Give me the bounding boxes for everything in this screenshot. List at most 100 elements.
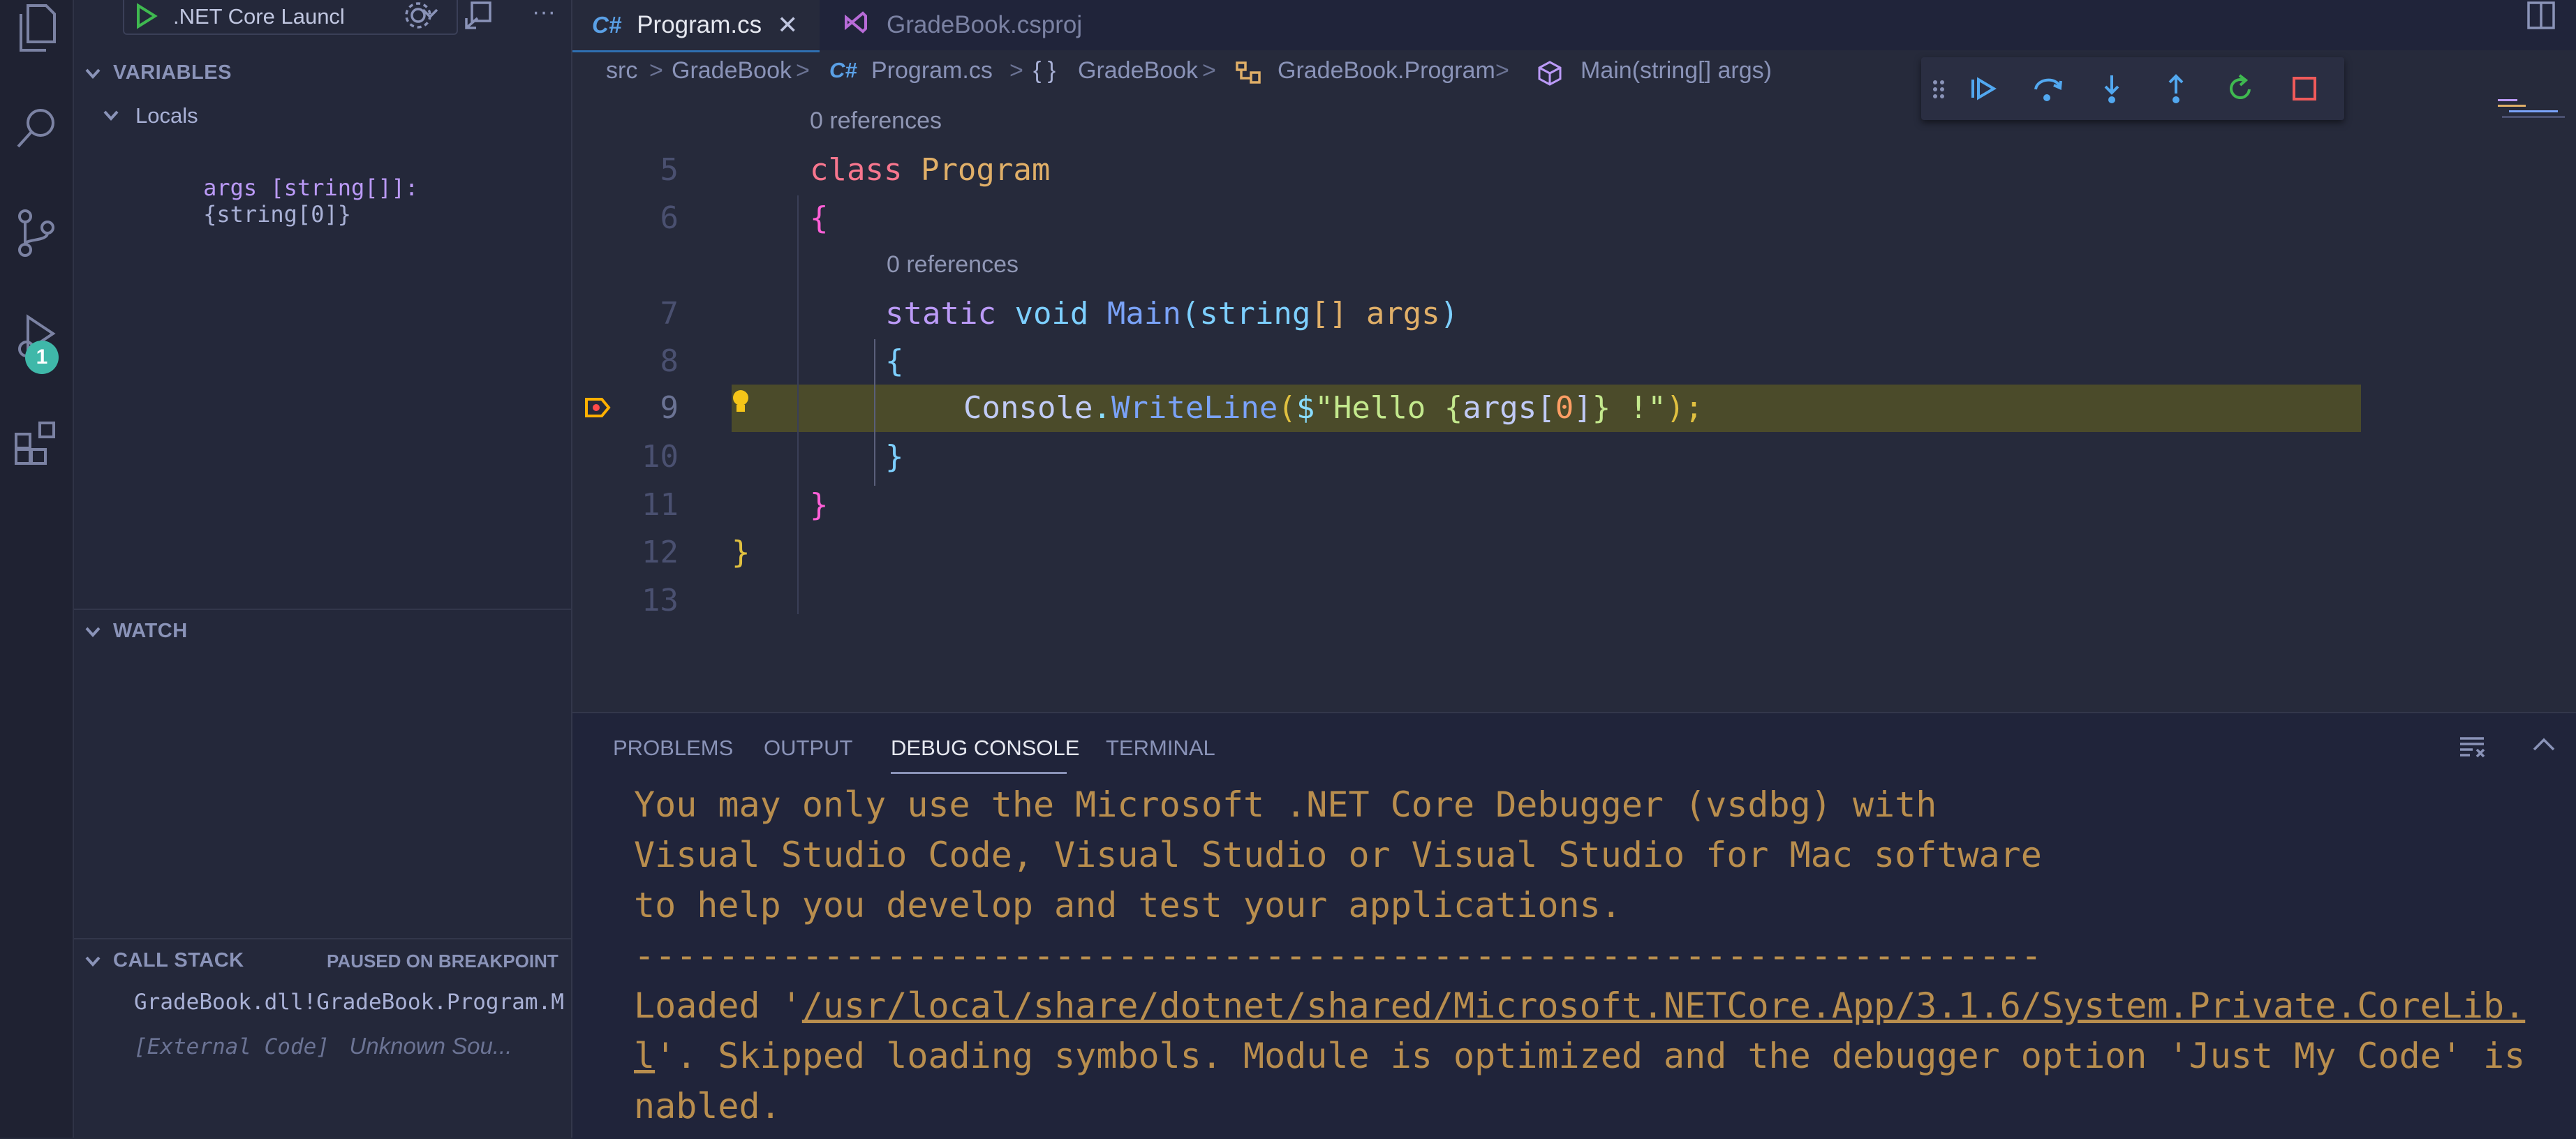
variable-value: {string[0]} <box>203 201 351 228</box>
console-line: nabled. <box>634 1086 781 1126</box>
call-stack-section-title[interactable]: CALL STACK <box>113 949 244 972</box>
console-line: l'. Skipped loading symbols. Module is o… <box>634 1036 2576 1076</box>
active-tab-indicator <box>891 772 1067 774</box>
type-name: string <box>1199 296 1311 332</box>
explorer-icon[interactable] <box>0 3 73 53</box>
breakpoint-stopped-icon[interactable] <box>584 394 612 424</box>
method-icon <box>1537 60 1562 93</box>
split-editor-icon[interactable] <box>2526 0 2556 34</box>
call-stack-frame[interactable]: [External Code] Unknown Sou... <box>134 1033 571 1059</box>
bottom-panel: PROBLEMS OUTPUT DEBUG CONSOLE TERMINAL Y… <box>572 712 2576 1139</box>
variable-row[interactable]: args [string[]]: {string[0]} <box>149 148 418 254</box>
gear-icon[interactable] <box>402 0 434 36</box>
tab-program-cs[interactable]: C# Program.cs ✕ <box>572 0 820 52</box>
chevron-down-icon[interactable] <box>102 106 120 124</box>
breadcrumb-item[interactable]: src <box>606 57 637 84</box>
tab-gradebook-csproj[interactable]: GradeBook.csproj <box>821 0 1114 50</box>
section-divider <box>74 609 571 610</box>
drag-handle-icon[interactable] <box>1931 71 1948 106</box>
tab-terminal[interactable]: TERMINAL <box>1106 736 1215 761</box>
console-text: Loaded ' <box>634 985 802 1026</box>
dot: . <box>1093 390 1111 426</box>
console-line: ----------------------------------------… <box>634 935 2042 976</box>
code-line: { <box>885 343 904 379</box>
code-line: class Program <box>810 147 1050 194</box>
chevron-right-icon: > <box>1202 57 1216 84</box>
breadcrumb-item[interactable]: Program.cs <box>871 57 993 84</box>
close-icon[interactable]: ✕ <box>777 10 798 40</box>
line-number: 7 <box>660 296 679 332</box>
start-debugging-icon[interactable] <box>134 3 158 33</box>
more-actions-icon[interactable]: ··· <box>532 0 556 24</box>
code-line: } <box>885 439 904 475</box>
chevron-right-icon: > <box>649 57 663 84</box>
call-stack-status: PAUSED ON BREAKPOINT <box>327 951 558 972</box>
codelens-references[interactable]: 0 references <box>887 251 1019 278</box>
watch-section-title[interactable]: WATCH <box>113 620 188 643</box>
console-link[interactable]: /usr/local/share/dotnet/shared/Microsoft… <box>802 985 2525 1026</box>
call-stack-frame[interactable]: GradeBook.dll!GradeBook.Program.M <box>134 990 571 1015</box>
tab-label: Program.cs <box>637 11 762 38</box>
breadcrumb-item[interactable]: GradeBook.Program <box>1278 57 1495 84</box>
chevron-down-icon[interactable] <box>84 64 102 82</box>
line-number: 5 <box>660 152 679 188</box>
keyword: static <box>885 296 996 332</box>
codelens-references[interactable]: 0 references <box>810 107 942 135</box>
console-line: to help you develop and test your applic… <box>634 885 1622 925</box>
console-link[interactable]: l <box>634 1036 655 1076</box>
parameter: args <box>1365 296 1440 332</box>
keyword: void <box>1014 296 1089 332</box>
interp-brace: } <box>1592 390 1611 426</box>
bracket: [] <box>1310 296 1348 332</box>
method-name: WriteLine <box>1111 390 1278 426</box>
chevron-right-icon: > <box>796 57 810 84</box>
maximize-panel-icon[interactable] <box>2531 736 2556 759</box>
debug-toolbar <box>1921 57 2344 120</box>
tab-debug-console[interactable]: DEBUG CONSOLE <box>891 736 1079 761</box>
bracket: [ <box>1537 390 1555 426</box>
step-out-icon[interactable] <box>2159 71 2193 106</box>
locals-scope[interactable]: Locals <box>135 103 198 128</box>
lightbulb-icon[interactable] <box>730 388 751 419</box>
frame-name: [External Code] <box>134 1034 330 1059</box>
breadcrumb-item[interactable]: GradeBook <box>1078 57 1198 84</box>
code-editor[interactable]: 0 references 0 references 5 6 7 8 9 10 1… <box>572 95 2576 712</box>
console-text: '. Skipped loading symbols. Module is op… <box>655 1036 2526 1076</box>
identifier: args <box>1463 390 1537 426</box>
extensions-icon[interactable] <box>0 419 73 468</box>
restart-icon[interactable] <box>2223 71 2258 106</box>
variable-name: args [string[]]: <box>203 174 419 201</box>
variables-section-title[interactable]: VARIABLES <box>113 61 232 84</box>
step-into-icon[interactable] <box>2094 71 2129 106</box>
line-number: 6 <box>660 200 679 236</box>
activity-bar: 1 <box>0 0 74 1138</box>
breadcrumb-item[interactable]: Main(string[] args) <box>1581 57 1772 84</box>
line-number: 12 <box>642 535 679 570</box>
method-name: Main <box>1106 296 1181 332</box>
stop-icon[interactable] <box>2287 71 2322 106</box>
chevron-down-icon[interactable] <box>84 952 102 970</box>
keyword: class <box>810 152 903 188</box>
tab-problems[interactable]: PROBLEMS <box>613 736 733 761</box>
breadcrumb-item[interactable]: GradeBook <box>672 57 792 84</box>
continue-icon[interactable] <box>1966 71 2001 106</box>
step-over-icon[interactable] <box>2030 71 2065 106</box>
string: "Hello <box>1315 390 1444 426</box>
csharp-icon: C# <box>829 58 857 82</box>
namespace-icon: { } <box>1033 57 1056 84</box>
minimap[interactable] <box>2491 96 2568 124</box>
class-name: Console <box>963 390 1093 426</box>
csharp-icon: C# <box>592 12 622 38</box>
chevron-right-icon: > <box>1495 57 1509 84</box>
bracket: ] <box>1574 390 1592 426</box>
chevron-down-icon[interactable] <box>84 623 102 641</box>
search-icon[interactable] <box>0 106 73 151</box>
debug-console-toggle-icon[interactable] <box>464 0 497 36</box>
tab-output[interactable]: OUTPUT <box>764 736 852 761</box>
paren: ( <box>1180 296 1200 332</box>
chevron-right-icon: > <box>1009 57 1023 84</box>
clear-console-icon[interactable] <box>2457 734 2488 763</box>
source-control-icon[interactable] <box>0 208 73 257</box>
paren: ); <box>1666 390 1703 426</box>
code-line: } <box>810 487 829 523</box>
